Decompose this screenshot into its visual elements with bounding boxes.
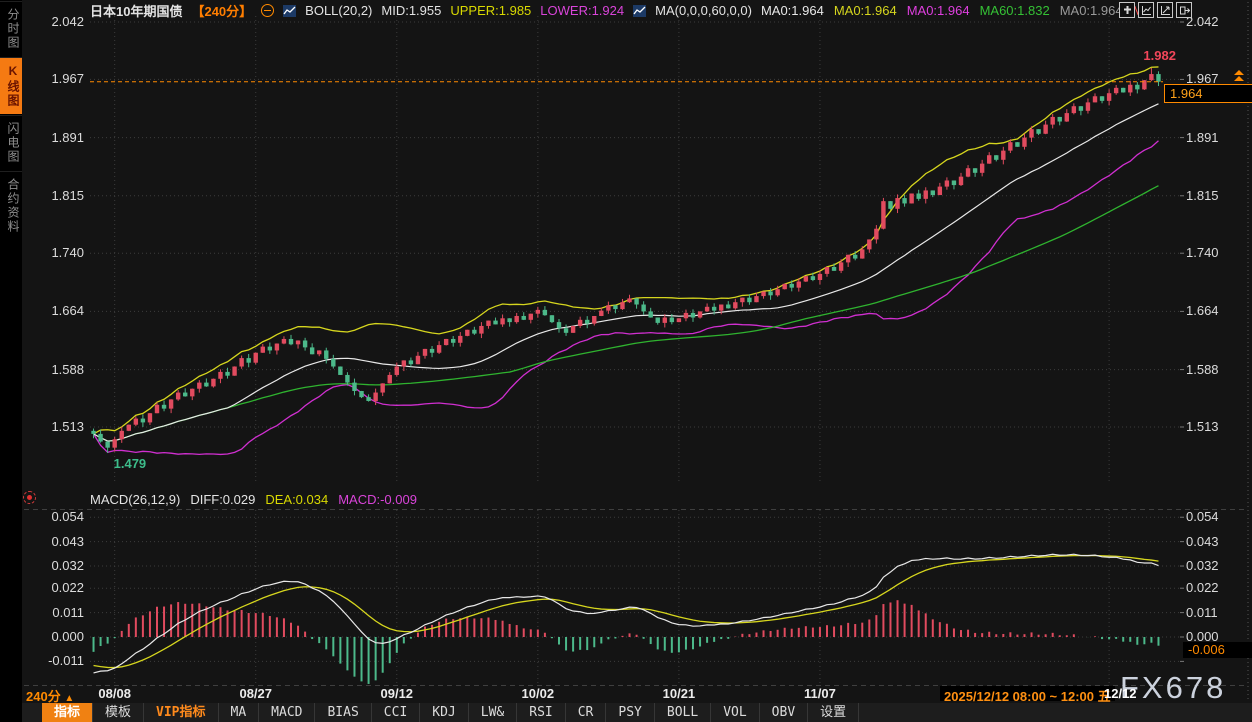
x-axis-row: 240分 ▲ 08/0808/2709/1210/0210/2111/07 20… <box>0 686 1252 702</box>
ma-value: MA0:1.964 <box>907 3 970 18</box>
axis-scale-icon[interactable] <box>1138 2 1154 18</box>
toolbar-button-RSI[interactable]: RSI <box>517 703 565 722</box>
price-axis-label-right: 1.815 <box>1186 188 1246 204</box>
macd-axis-label-left: 0.000 <box>28 629 84 645</box>
current-macd-box: -0.006 <box>1183 642 1252 658</box>
macd-axis-label-right: 0.032 <box>1186 558 1246 574</box>
macd-axis-label-right: 0.022 <box>1186 580 1246 596</box>
highlighted-session-range: 2025/12/12 08:00 ~ 12:00 五 <box>940 686 1115 701</box>
current-price-box: 1.964 <box>1164 84 1252 103</box>
toolbar-button-LW&[interactable]: LW& <box>469 703 517 722</box>
date-tick: 10/02 <box>522 686 555 701</box>
date-tick: 10/21 <box>663 686 696 701</box>
sidebar-tab-2[interactable]: K线图 <box>0 57 22 114</box>
price-axis-label-left: 1.588 <box>28 362 84 378</box>
window-controls <box>1119 2 1192 18</box>
price-axis-label-left: 1.664 <box>28 303 84 319</box>
drawing-anchor-icon[interactable] <box>23 491 36 504</box>
date-tick: 08/08 <box>98 686 131 701</box>
price-axis-label-left: 1.513 <box>28 419 84 435</box>
boll-label: BOLL(20,2) <box>305 3 372 18</box>
toolbar-button-OBV[interactable]: OBV <box>760 703 808 722</box>
price-axis-label-right: 1.588 <box>1186 362 1246 378</box>
macd-dea-value: DEA:0.034 <box>265 492 328 507</box>
toolbar-button-MA[interactable]: MA <box>219 703 260 722</box>
date-tick: 09/12 <box>381 686 414 701</box>
chart-header: 日本10年期国债 【240分】 BOLL(20,2) MID:1.955 UPP… <box>90 3 1152 18</box>
instrument-title: 日本10年期国债 <box>90 1 182 20</box>
price-axis-label-left: 1.891 <box>28 130 84 146</box>
latest-bar-arrow-icon[interactable] <box>1234 70 1244 81</box>
ma-value: MA0:1.964 <box>834 3 897 18</box>
price-axis-label-right: 1.740 <box>1186 245 1246 261</box>
macd-axis-label-left: 0.043 <box>28 534 84 550</box>
price-axis-label-right: 2.042 <box>1186 14 1246 30</box>
axis-arrow-icon[interactable] <box>1157 2 1173 18</box>
macd-axis-label-right: 0.054 <box>1186 509 1246 525</box>
ma-group-label: MA(0,0,0,60,0,0) <box>655 3 752 18</box>
macd-axis-label-left: 0.032 <box>28 558 84 574</box>
price-axis-label-right: 1.891 <box>1186 130 1246 146</box>
toolbar-button-设置[interactable]: 设置 <box>808 703 859 722</box>
toolbar-button-指标[interactable]: 指标 <box>42 703 93 722</box>
price-axis-label-right: 1.664 <box>1186 303 1246 319</box>
toolbar-button-CR[interactable]: CR <box>566 703 607 722</box>
mini-chart-icon <box>633 5 646 17</box>
chart-app: 分时图K线图闪电图合约资料 日本10年期国债 【240分】 BOLL(20,2)… <box>0 0 1252 722</box>
boll-mid-value: MID:1.955 <box>381 3 441 18</box>
indicator-toolbar: 指标模板VIP指标MAMACDBIASCCIKDJLW&RSICRPSYBOLL… <box>22 703 1252 722</box>
boll-lower-value: LOWER:1.924 <box>540 3 624 18</box>
pan-icon[interactable] <box>1119 2 1135 18</box>
macd-axis-label-left: 0.054 <box>28 509 84 525</box>
price-axis-label-left: 1.815 <box>28 188 84 204</box>
toolbar-button-VOL[interactable]: VOL <box>711 703 759 722</box>
price-axis-label-left: 1.967 <box>28 71 84 87</box>
price-axis-label-right: 1.513 <box>1186 419 1246 435</box>
sidebar-tab-1[interactable]: 分时图 <box>0 1 22 56</box>
macd-axis-label-right: 0.043 <box>1186 534 1246 550</box>
ma-value: MA0:1.964 <box>1060 3 1123 18</box>
ma-values: MA0:1.964 MA0:1.964 MA0:1.964 MA60:1.832 MA0… <box>761 3 1152 18</box>
macd-header: MACD(26,12,9) DIFF:0.029 DEA:0.034 MACD:… <box>90 492 417 507</box>
date-tick: 08/27 <box>239 686 272 701</box>
toolbar-button-PSY[interactable]: PSY <box>606 703 654 722</box>
macd-diff-value: DIFF:0.029 <box>190 492 255 507</box>
toolbar-button-VIP指标[interactable]: VIP指标 <box>144 703 218 722</box>
price-axis-label-left: 1.740 <box>28 245 84 261</box>
pop-out-icon[interactable] <box>1176 2 1192 18</box>
low-price-label: 1.479 <box>114 456 147 471</box>
boll-upper-value: UPPER:1.985 <box>450 3 531 18</box>
toolbar-button-模板[interactable]: 模板 <box>93 703 144 722</box>
sidebar-tab-4[interactable]: 合约资料 <box>0 171 22 240</box>
price-axis-label-left: 2.042 <box>28 14 84 30</box>
collapse-icon[interactable] <box>261 4 274 17</box>
toolbar-button-BIAS[interactable]: BIAS <box>315 703 371 722</box>
last-date-tick: 12/12 <box>1104 686 1137 701</box>
macd-axis-label-right: 0.011 <box>1186 605 1246 621</box>
ma-value: MA0:1.964 <box>761 3 824 18</box>
mini-chart-icon <box>283 5 296 17</box>
date-tick: 11/07 <box>804 686 836 701</box>
macd-axis-label-left: 0.022 <box>28 580 84 596</box>
macd-name: MACD(26,12,9) <box>90 492 180 507</box>
sidebar-tab-3[interactable]: 闪电图 <box>0 115 22 170</box>
toolbar-button-CCI[interactable]: CCI <box>372 703 420 722</box>
macd-axis-label-left: -0.011 <box>28 653 84 669</box>
sidebar: 分时图K线图闪电图合约资料 <box>0 0 22 722</box>
ma-value: MA60:1.832 <box>980 3 1050 18</box>
high-price-label: 1.982 <box>1143 48 1176 63</box>
macd-axis-label-left: 0.011 <box>28 605 84 621</box>
period-badge[interactable]: 【240分】 <box>191 1 252 20</box>
candlestick-chart[interactable] <box>0 0 1252 722</box>
macd-bar-value: MACD:-0.009 <box>338 492 417 507</box>
toolbar-button-KDJ[interactable]: KDJ <box>420 703 468 722</box>
toolbar-button-MACD[interactable]: MACD <box>259 703 315 722</box>
toolbar-button-BOLL[interactable]: BOLL <box>655 703 711 722</box>
